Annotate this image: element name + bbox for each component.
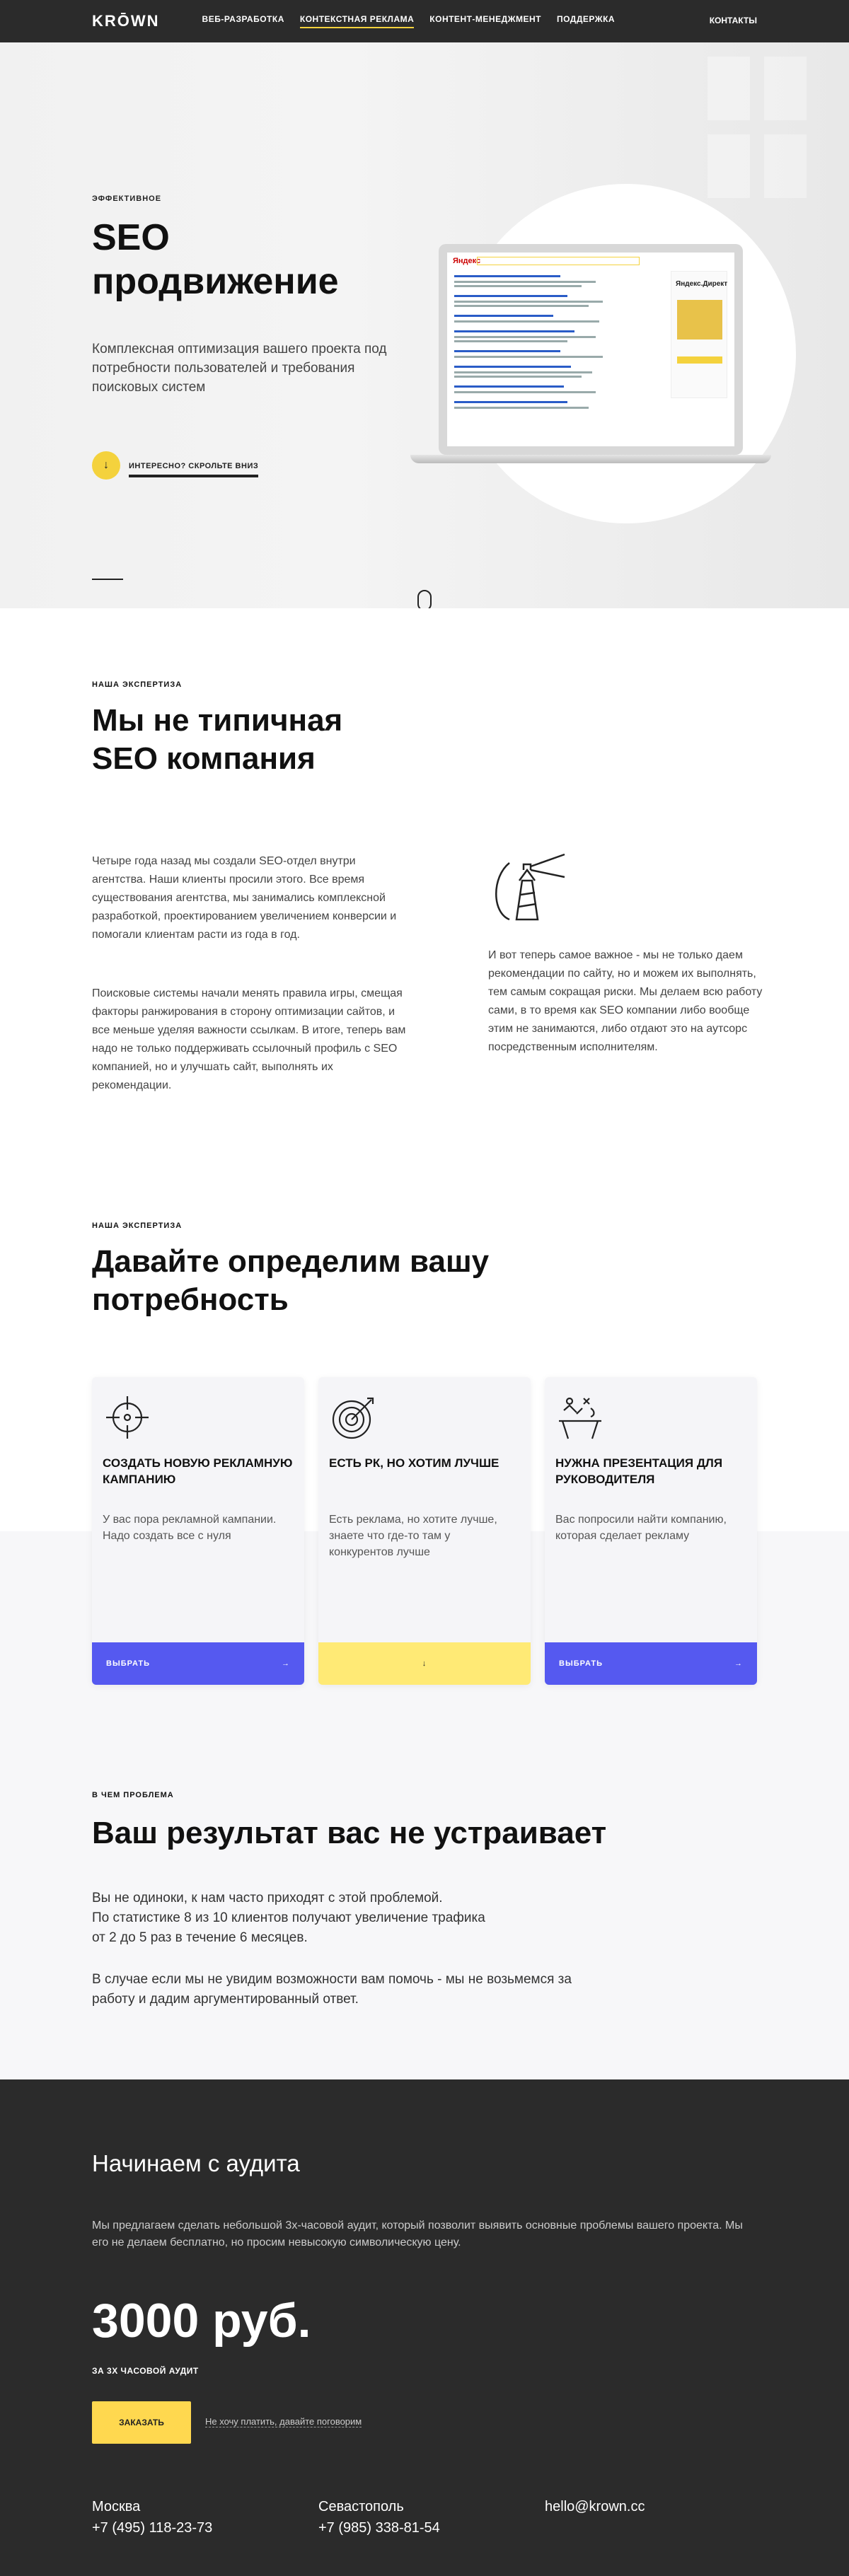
top-nav: KRŌWN ВЕБ-РАЗРАБОТКА КОНТЕКСТНАЯ РЕКЛАМА… — [0, 0, 849, 42]
card-description: У вас пора рекламной кампании. Надо созд… — [103, 1514, 277, 1542]
nav-item-content-management[interactable]: КОНТЕНТ-МЕНЕДЖМЕНТ — [429, 14, 541, 28]
target-arrow-icon — [332, 1397, 374, 1439]
problem-kicker: В ЧЕМ ПРОБЛЕМА — [92, 1791, 174, 1799]
scroll-down-label: ИНТЕРЕСНО? СКРОЛЬТЕ ВНИЗ — [129, 462, 259, 477]
expertise-paragraph-1: Четыре года назад мы создали SEO-отдел в… — [92, 855, 397, 941]
expertise-paragraph-3: И вот теперь самое важное - мы не только… — [488, 949, 763, 1053]
problem-paragraph-1: Вы не одиноки, к нам часто приходят с эт… — [92, 1889, 601, 1948]
arrow-right-icon: → — [282, 1659, 290, 1668]
problem-line-3: от 2 до 5 раз в течение 6 месяцев. — [92, 1930, 308, 1945]
nav-item-support[interactable]: ПОДДЕРЖКА — [557, 14, 615, 28]
audit-title: Начинаем с аудита — [92, 2150, 300, 2176]
card-description: Есть реклама, но хотите лучше, знаете чт… — [329, 1514, 497, 1558]
problem-line-2: По статистике 8 из 10 клиентов получают … — [92, 1910, 485, 1925]
ad-block: Яндекс.Директ — [671, 271, 727, 398]
need-card-improve-campaign: ЕСТЬ РК, НО ХОТИМ ЛУЧШЕ Есть реклама, но… — [318, 1377, 531, 1685]
laptop-base — [410, 455, 771, 463]
problem-title: Ваш результат вас не устраивает — [92, 1816, 607, 1850]
mouse-icon — [417, 590, 432, 608]
needs-title-line2: потребность — [92, 1282, 289, 1317]
laptop-screen: Яндекс Яндекс.Директ — [439, 244, 743, 455]
search-results-screen: Яндекс Яндекс.Директ — [447, 253, 734, 446]
lighthouse-icon — [495, 853, 565, 921]
arrow-down-icon: ↓ — [422, 1659, 427, 1668]
need-card-presentation: НУЖНА ПРЕЗЕНТАЦИЯ ДЛЯ РУКОВОДИТЕЛЯ Вас п… — [545, 1377, 757, 1685]
nav-item-contacts[interactable]: КОНТАКТЫ — [710, 16, 757, 25]
talk-link[interactable]: Не хочу платить, давайте поговорим — [205, 2416, 362, 2427]
section-title-line2: SEO компания — [92, 741, 316, 776]
nav-item-web-dev[interactable]: ВЕБ-РАЗРАБОТКА — [202, 14, 284, 28]
arrow-down-icon: ↓ — [92, 451, 120, 480]
strategy-board-icon — [559, 1397, 601, 1439]
hero-kicker: ЭФФЕКТИВНОЕ — [92, 195, 162, 203]
hero-title-line1: SEO — [92, 217, 170, 258]
card-title: НУЖНА ПРЕЗЕНТАЦИЯ ДЛЯ РУКОВОДИТЕЛЯ — [555, 1456, 723, 1486]
hero-subtitle: Комплексная оптимизация вашего проекта п… — [92, 342, 387, 395]
audit-price: 3000 руб. — [92, 2294, 311, 2348]
audit-price-caption: ЗА 3Х ЧАСОВОЙ АУДИТ — [92, 2366, 199, 2376]
select-button[interactable]: ВЫБРАТЬ → — [545, 1642, 757, 1685]
select-button-label: ВЫБРАТЬ — [559, 1659, 603, 1668]
expertise-paragraph-2: Поисковые системы начали менять правила … — [92, 987, 406, 1091]
hero-title: SEO продвижение — [92, 216, 339, 303]
hero-title-line2: продвижение — [92, 261, 339, 302]
needs-title-line1: Давайте определим вашу — [92, 1244, 490, 1279]
ad-title: Яндекс.Директ — [676, 280, 728, 288]
audit-section: Начинаем с аудита Мы предлагаем сделать … — [0, 2079, 849, 2576]
section-title: Мы не типичная SEO компания — [92, 702, 342, 778]
select-button[interactable]: ВЫБРАТЬ → — [92, 1642, 304, 1685]
phone-moscow[interactable]: +7 (495) 118-23-73 — [92, 2520, 212, 2536]
card-title: ЕСТЬ РК, НО ХОТИМ ЛУЧШЕ — [329, 1456, 499, 1470]
phone-sevastopol[interactable]: +7 (985) 338-81-54 — [318, 2520, 440, 2536]
laptop-illustration: Яндекс Яндекс.Директ — [410, 244, 771, 463]
needs-kicker: НАША ЭКСПЕРТИЗА — [92, 1222, 183, 1230]
problem-paragraph-2: В случае если мы не увидим возможности в… — [92, 1972, 572, 2007]
card-description: Вас попросили найти компанию, которая сд… — [555, 1514, 727, 1542]
arrow-right-icon: → — [734, 1659, 743, 1668]
section-kicker: НАША ЭКСПЕРТИЗА — [92, 680, 183, 689]
city-sevastopol: Севастополь — [318, 2499, 404, 2514]
search-bar — [477, 257, 640, 265]
section-title-line1: Мы не типичная — [92, 703, 343, 738]
select-button-label: ВЫБРАТЬ — [106, 1659, 151, 1668]
needs-title: Давайте определим вашу потребность — [92, 1243, 489, 1319]
expand-button[interactable]: ↓ — [318, 1642, 531, 1685]
card-title: СОЗДАТЬ НОВУЮ РЕКЛАМНУЮ КАМПАНИЮ — [103, 1456, 293, 1486]
email-link[interactable]: hello@krown.cc — [545, 2499, 645, 2515]
main-menu: ВЕБ-РАЗРАБОТКА КОНТЕКСТНАЯ РЕКЛАМА КОНТЕ… — [202, 14, 616, 28]
scroll-down-button[interactable]: ↓ ИНТЕРЕСНО? СКРОЛЬТЕ ВНИЗ — [92, 451, 259, 480]
order-button[interactable]: ЗАКАЗАТЬ — [92, 2401, 191, 2444]
hero-section: ЭФФЕКТИВНОЕ SEO продвижение Комплексная … — [0, 42, 849, 608]
city-moscow: Москва — [92, 2499, 141, 2514]
nav-item-context-ads[interactable]: КОНТЕКСТНАЯ РЕКЛАМА — [299, 14, 415, 28]
problem-line-1: Вы не одиноки, к нам часто приходят с эт… — [92, 1891, 443, 1905]
logo[interactable]: KRŌWN — [92, 12, 160, 30]
audit-description: Мы предлагаем сделать небольшой 3х-часов… — [92, 2220, 743, 2249]
divider — [92, 579, 123, 580]
crosshair-icon — [106, 1396, 149, 1439]
ad-image — [677, 300, 722, 340]
need-card-new-campaign: СОЗДАТЬ НОВУЮ РЕКЛАМНУЮ КАМПАНИЮ У вас п… — [92, 1377, 304, 1685]
